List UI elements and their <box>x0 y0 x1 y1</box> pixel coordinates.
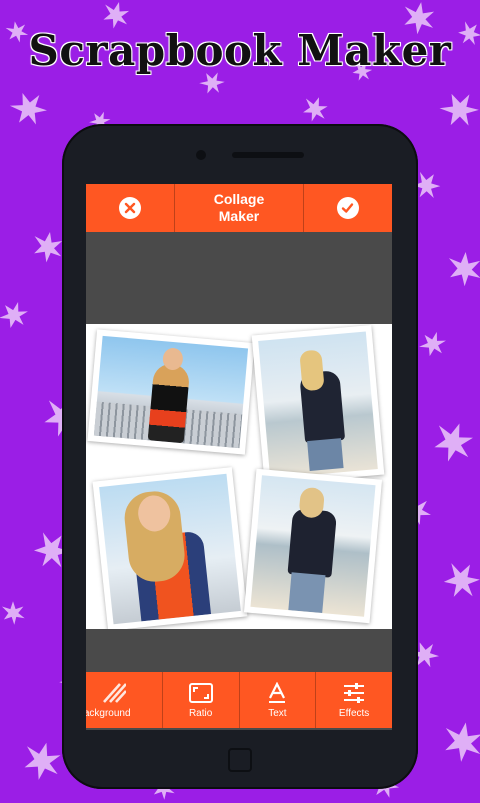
collage-canvas[interactable] <box>86 324 392 629</box>
tool-label: Background <box>86 707 131 719</box>
toolbar-title-line2: Maker <box>218 208 260 224</box>
check-icon <box>336 197 359 219</box>
confirm-button[interactable] <box>302 184 392 232</box>
leaf-decoration <box>423 414 480 474</box>
collage-photo[interactable] <box>243 468 383 624</box>
leaf-decoration <box>432 553 480 611</box>
text-icon <box>269 681 286 703</box>
aspect-ratio-icon <box>188 682 213 703</box>
text-tool-button[interactable]: Text <box>238 672 316 728</box>
toolbar-title-line1: Collage <box>213 191 265 207</box>
toolbar-title: Collage Maker <box>174 184 302 232</box>
effects-tool-button[interactable]: Effects <box>315 672 392 728</box>
tool-label: Text <box>268 707 287 719</box>
leaf-decoration <box>433 84 480 141</box>
collage-photo[interactable] <box>251 325 385 485</box>
tool-bar: Background Ratio Text <box>86 672 392 728</box>
close-icon <box>119 197 142 219</box>
app-title: Scrapbook Maker <box>28 26 452 75</box>
collage-photo[interactable] <box>87 329 255 455</box>
leaf-decoration <box>0 294 37 339</box>
sliders-icon <box>344 682 365 703</box>
tool-label: Effects <box>338 707 370 719</box>
collage-toolbar: Collage Maker <box>86 184 392 232</box>
leaf-decoration <box>413 325 455 368</box>
phone-mockup: Collage Maker ackground Ratio Text Effec… <box>62 124 418 789</box>
leaf-decoration <box>443 248 480 293</box>
home-button[interactable] <box>228 748 252 772</box>
background-stripes-icon <box>102 682 126 703</box>
phone-screen: Collage Maker ackground Ratio Text Effec… <box>86 184 392 730</box>
background-tool-button[interactable]: Background <box>86 672 162 728</box>
collage-photo[interactable] <box>92 467 248 629</box>
camera-icon <box>196 150 206 160</box>
leaf-decoration <box>0 600 26 630</box>
ratio-tool-button[interactable]: Ratio <box>161 672 239 728</box>
speaker-grille <box>232 152 304 158</box>
leaf-decoration <box>15 735 67 790</box>
leaf-decoration <box>436 717 480 772</box>
tool-label: Ratio <box>188 707 213 719</box>
cancel-button[interactable] <box>86 184 174 232</box>
leaf-decoration <box>4 85 54 137</box>
